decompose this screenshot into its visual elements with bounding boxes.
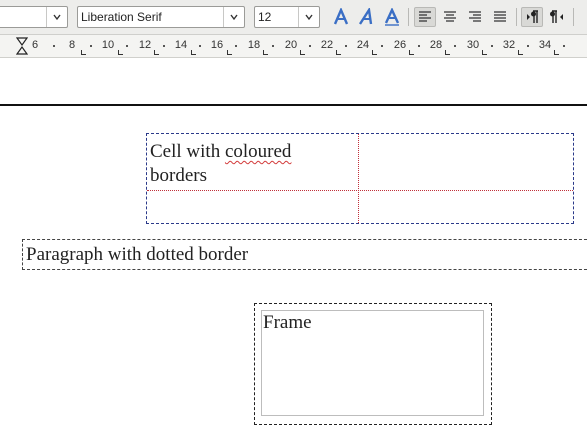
chevron-down-icon xyxy=(305,14,313,21)
fontwork-shadow-icon xyxy=(384,8,400,26)
ruler-dot xyxy=(309,45,311,47)
tab-stop-marker[interactable] xyxy=(554,50,559,55)
ruler-dot xyxy=(53,45,55,47)
tab-stop-marker[interactable] xyxy=(482,50,487,55)
toolbar-separator xyxy=(516,8,517,26)
indent-marker-icon[interactable] xyxy=(16,37,28,55)
font-size-combo[interactable]: 12 xyxy=(254,6,320,28)
paragraph-style-combo[interactable] xyxy=(0,6,68,28)
ruler-mark: 10 xyxy=(101,39,115,51)
table-cell-text-part: borders xyxy=(150,165,207,186)
ruler-mark: 34 xyxy=(538,39,552,51)
justify-icon xyxy=(494,11,506,22)
align-left-icon xyxy=(419,11,431,22)
tab-stop-marker[interactable] xyxy=(154,50,159,55)
ruler-mark: 20 xyxy=(284,39,298,51)
align-center-button[interactable] xyxy=(439,7,461,27)
ruler-mark: 14 xyxy=(174,39,188,51)
ruler-dot xyxy=(454,45,456,47)
align-center-icon xyxy=(444,11,456,22)
tab-stop-marker[interactable] xyxy=(409,50,414,55)
ruler-dot xyxy=(381,45,383,47)
rtl-text-direction-icon xyxy=(550,10,563,23)
ruler-dot xyxy=(345,45,347,47)
ruler-mark: 8 xyxy=(68,39,76,51)
fontwork-alt-button[interactable] xyxy=(356,7,378,27)
tab-stop-marker[interactable] xyxy=(518,50,523,55)
ruler-mark: 32 xyxy=(502,39,516,51)
tab-stop-marker[interactable] xyxy=(81,50,86,55)
formatting-toolbar: Liberation Serif 12 xyxy=(0,0,587,35)
paragraph-text: Paragraph with dotted border xyxy=(26,244,249,265)
paragraph-style-dropdown-button[interactable] xyxy=(46,7,67,27)
ruler-dot xyxy=(126,45,128,47)
tab-stop-marker[interactable] xyxy=(372,50,377,55)
tab-stop-marker[interactable] xyxy=(118,50,123,55)
header-separator-line xyxy=(0,104,587,106)
font-size-dropdown-button[interactable] xyxy=(298,7,319,27)
ruler-dot xyxy=(563,45,565,47)
ruler-dot xyxy=(418,45,420,47)
table-row-divider xyxy=(147,190,573,191)
table-cell-text[interactable]: Cell with coloured borders xyxy=(150,140,350,188)
ruler-mark: 6 xyxy=(31,39,39,51)
ruler-mark: 16 xyxy=(210,39,224,51)
frame-text: Frame xyxy=(263,312,312,333)
justify-button[interactable] xyxy=(489,7,511,27)
fontwork-button[interactable] xyxy=(330,7,352,27)
fontwork-icon xyxy=(333,8,349,25)
font-size-value: 12 xyxy=(258,10,272,24)
tab-stop-marker[interactable] xyxy=(300,50,305,55)
ruler-mark: 24 xyxy=(356,39,370,51)
toolbar-separator xyxy=(573,8,574,26)
align-left-button[interactable] xyxy=(414,7,436,27)
font-name-value: Liberation Serif xyxy=(81,10,162,24)
tab-stop-marker[interactable] xyxy=(191,50,196,55)
ruler-dot xyxy=(163,45,165,47)
tab-stop-marker[interactable] xyxy=(336,50,341,55)
font-name-combo[interactable]: Liberation Serif xyxy=(77,6,245,28)
tab-stop-marker[interactable] xyxy=(445,50,450,55)
tab-stop-marker[interactable] xyxy=(227,50,232,55)
fontwork-shadow-button[interactable] xyxy=(381,7,403,27)
ltr-text-direction-icon xyxy=(527,10,538,23)
align-right-icon xyxy=(469,11,481,22)
chevron-down-icon xyxy=(53,14,61,21)
ruler-dot xyxy=(527,45,529,47)
misspelled-word: coloured xyxy=(224,141,292,162)
ltr-direction-button[interactable] xyxy=(521,7,543,27)
font-name-dropdown-button[interactable] xyxy=(223,7,244,27)
ruler-dot xyxy=(199,45,201,47)
rtl-direction-button[interactable] xyxy=(546,7,568,27)
ruler-dot xyxy=(272,45,274,47)
ruler-mark: 28 xyxy=(429,39,443,51)
table-column-divider xyxy=(358,134,359,223)
ruler-mark: 22 xyxy=(320,39,334,51)
horizontal-ruler[interactable]: 6 8 10 12 14 16 18 20 22 24 26 28 30 32 … xyxy=(0,35,587,58)
toolbar-separator xyxy=(408,8,409,26)
align-right-button[interactable] xyxy=(464,7,486,27)
tab-stop-marker[interactable] xyxy=(263,50,268,55)
table-cell-text-part: Cell with xyxy=(150,141,225,162)
ruler-mark: 26 xyxy=(393,39,407,51)
chevron-down-icon xyxy=(230,14,238,21)
ruler-mark: 12 xyxy=(138,39,152,51)
ruler-mark: 30 xyxy=(466,39,480,51)
ruler-dot xyxy=(235,45,237,47)
ruler-dot xyxy=(491,45,493,47)
fontwork-alt-icon xyxy=(358,8,373,25)
ruler-dot xyxy=(90,45,92,47)
ruler-mark: 18 xyxy=(247,39,261,51)
